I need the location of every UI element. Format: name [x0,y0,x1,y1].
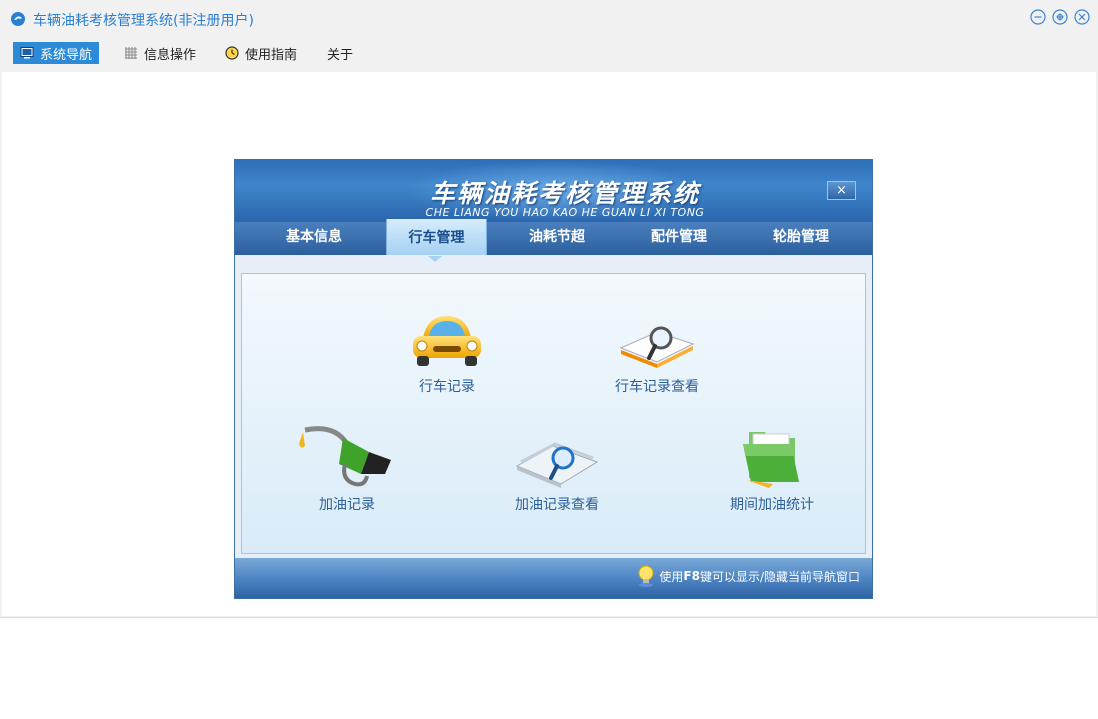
tab-parts-management[interactable]: 配件管理 [619,222,739,255]
tab-driving-management[interactable]: 行车管理 [386,219,487,255]
grid-icon [125,47,137,59]
panel-subtitle: CHE LIANG YOU HAO KAO HE GUAN LI XI TONG [425,206,705,219]
minimize-icon[interactable] [1030,9,1046,25]
feature-period-refuel-stats[interactable]: 期间加油统计 [712,424,832,514]
feature-driving-record-view[interactable]: 行车记录查看 [597,318,717,396]
app-window: 车辆油耗考核管理系统(非注册用户) 系统导航 信息操作 使用指南 关于 车辆油耗… [0,0,1098,618]
menu-label-user-guide: 使用指南 [245,47,298,63]
menu-about[interactable]: 关于 [320,42,360,64]
feature-label: 期间加油统计 [730,497,814,513]
feature-label: 行车记录 [419,379,475,395]
magnifier-papers-icon [515,442,599,488]
tab-basic-info[interactable]: 基本信息 [257,222,371,255]
app-logo-icon [11,12,25,26]
monitor-icon [20,47,34,59]
navigation-panel: 车辆油耗考核管理系统 CHE LIANG YOU HAO KAO HE GUAN… [235,160,872,598]
menu-bar: 系统导航 信息操作 使用指南 关于 [0,40,1098,70]
panel-header: 车辆油耗考核管理系统 CHE LIANG YOU HAO KAO HE GUAN… [235,160,872,222]
footer-tip: 使用 F8 键可以显示/隐藏当前导航窗口 [637,565,860,587]
panel-footer: 使用 F8 键可以显示/隐藏当前导航窗口 [235,558,872,598]
feature-label: 行车记录查看 [615,379,699,395]
footer-tip-suffix: 键可以显示/隐藏当前导航窗口 [699,569,860,584]
feature-label: 加油记录 [319,497,375,513]
folder-icon [743,432,799,488]
menu-info-ops[interactable]: 信息操作 [117,42,203,64]
title-bar: 车辆油耗考核管理系统(非注册用户) [0,0,1098,38]
footer-tip-prefix: 使用 [659,569,684,584]
restore-icon[interactable] [1052,9,1068,25]
tab-fuel-saving[interactable]: 油耗节超 [497,222,617,255]
panel-close-button[interactable]: × [827,181,856,200]
panel-title: 车辆油耗考核管理系统 [429,179,700,208]
menu-label-system-nav: 系统导航 [40,47,93,63]
fuel-nozzle-icon [299,426,391,487]
menu-user-guide[interactable]: 使用指南 [218,42,304,64]
footer-tip-key: F8 [683,569,700,583]
feature-refuel-record[interactable]: 加油记录 [272,424,422,514]
close-icon[interactable] [1074,9,1090,25]
car-icon [413,316,481,366]
panel-tabs: 基本信息 行车管理 油耗节超 配件管理 轮胎管理 [235,219,872,255]
window-title: 车辆油耗考核管理系统(非注册用户) [33,13,254,29]
feature-label: 加油记录查看 [515,497,599,513]
active-tab-pointer [428,256,442,262]
magnifier-book-icon [619,326,695,368]
feature-refuel-record-view[interactable]: 加油记录查看 [497,440,617,514]
clock-icon [225,46,239,60]
menu-system-nav[interactable]: 系统导航 [13,42,100,64]
feature-driving-record[interactable]: 行车记录 [402,308,492,396]
tab-tire-management[interactable]: 轮胎管理 [741,222,861,255]
lightbulb-icon [638,565,654,587]
feature-grid: 行车记录 行车记录查看 加油记录 加油记录查看 期间加油统计 [241,273,866,554]
menu-label-about: 关于 [327,47,354,63]
menu-label-info-ops: 信息操作 [144,47,197,63]
